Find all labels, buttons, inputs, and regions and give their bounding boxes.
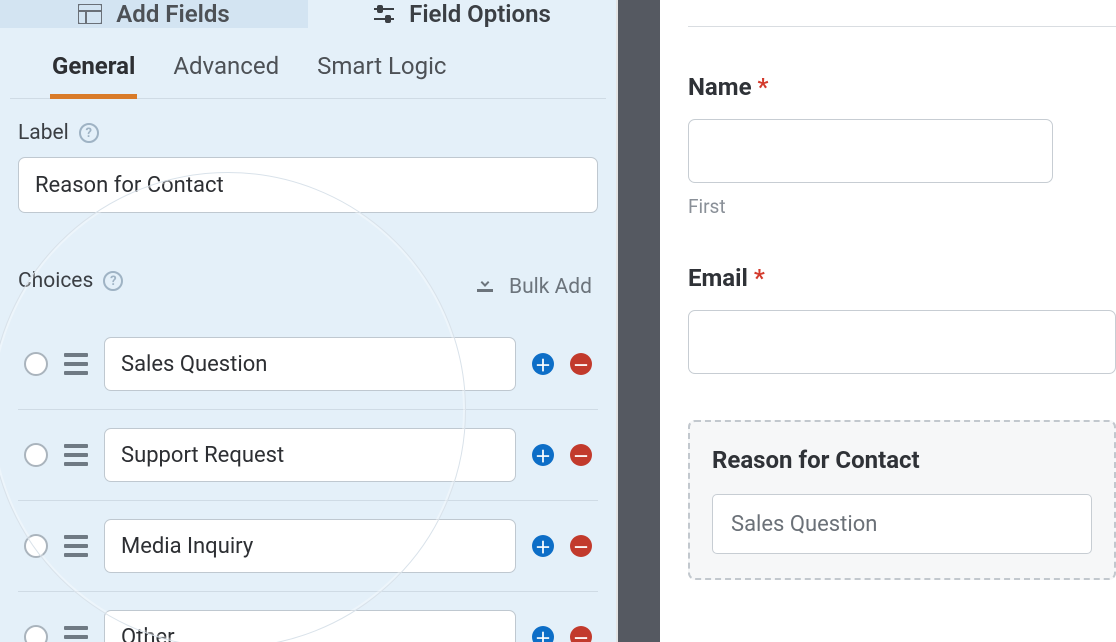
label-section: Label ? bbox=[0, 99, 616, 213]
add-choice-button[interactable]: ＋ bbox=[532, 535, 554, 557]
preview-selected-field[interactable]: Reason for Contact Sales Question bbox=[688, 420, 1116, 580]
choices-section: Choices ? Bulk Add ＋－＋－＋－＋－ bbox=[0, 213, 616, 642]
remove-choice-button[interactable]: － bbox=[570, 444, 592, 466]
choice-default-radio[interactable] bbox=[24, 443, 48, 467]
form-preview: Name* First Email* Reason for Contact Sa… bbox=[660, 0, 1116, 642]
subtab-smart-logic[interactable]: Smart Logic bbox=[317, 52, 446, 98]
remove-choice-button[interactable]: － bbox=[570, 626, 592, 642]
add-fields-icon bbox=[78, 4, 102, 24]
choice-row: ＋－ bbox=[18, 500, 598, 591]
choice-input[interactable] bbox=[104, 610, 516, 642]
choices-title: Choices bbox=[18, 269, 93, 293]
name-label: Name bbox=[688, 73, 752, 101]
email-input[interactable] bbox=[688, 310, 1116, 374]
top-tabbar: Add Fields Field Options bbox=[0, 0, 616, 28]
remove-choice-button[interactable]: － bbox=[570, 535, 592, 557]
tab-field-options-label: Field Options bbox=[409, 0, 551, 28]
sub-tabbar: General Advanced Smart Logic bbox=[10, 28, 606, 99]
subtab-advanced[interactable]: Advanced bbox=[173, 52, 279, 98]
help-icon[interactable]: ? bbox=[79, 123, 99, 143]
choice-input[interactable] bbox=[104, 337, 516, 391]
tab-add-fields-label: Add Fields bbox=[116, 0, 229, 28]
drag-handle-icon[interactable] bbox=[64, 626, 88, 642]
selected-field-label: Reason for Contact bbox=[712, 446, 1092, 474]
subtab-general[interactable]: General bbox=[52, 52, 135, 98]
choice-input[interactable] bbox=[104, 428, 516, 482]
bulk-add-label: Bulk Add bbox=[509, 275, 592, 299]
add-choice-button[interactable]: ＋ bbox=[532, 353, 554, 375]
choice-input[interactable] bbox=[104, 519, 516, 573]
choice-row: ＋－ bbox=[18, 591, 598, 642]
name-first-input[interactable] bbox=[688, 119, 1053, 183]
add-choice-button[interactable]: ＋ bbox=[532, 444, 554, 466]
label-input[interactable] bbox=[18, 157, 598, 213]
drag-handle-icon[interactable] bbox=[64, 535, 88, 557]
selected-field-dropdown[interactable]: Sales Question bbox=[712, 494, 1092, 554]
download-icon bbox=[475, 275, 495, 299]
remove-choice-button[interactable]: － bbox=[570, 353, 592, 375]
app-root: Add Fields Field Options General Advance… bbox=[0, 0, 1116, 642]
dropdown-value: Sales Question bbox=[731, 512, 877, 537]
drag-handle-icon[interactable] bbox=[64, 353, 88, 375]
bulk-add-button[interactable]: Bulk Add bbox=[475, 275, 592, 299]
choice-row: ＋－ bbox=[18, 319, 598, 409]
choice-row: ＋－ bbox=[18, 409, 598, 500]
required-asterisk: * bbox=[754, 264, 765, 292]
field-options-panel: Add Fields Field Options General Advance… bbox=[0, 0, 618, 642]
choices-list: ＋－＋－＋－＋－ bbox=[18, 319, 598, 642]
name-first-sublabel: First bbox=[688, 195, 1116, 218]
tab-add-fields[interactable]: Add Fields bbox=[0, 0, 308, 28]
choice-default-radio[interactable] bbox=[24, 352, 48, 376]
panel-divider bbox=[618, 0, 660, 642]
add-choice-button[interactable]: ＋ bbox=[532, 626, 554, 642]
preview-email-field: Email* bbox=[688, 264, 1116, 374]
choice-default-radio[interactable] bbox=[24, 534, 48, 558]
label-title: Label bbox=[18, 121, 69, 145]
preview-name-field: Name* First bbox=[688, 73, 1116, 218]
choice-default-radio[interactable] bbox=[24, 625, 48, 642]
help-icon[interactable]: ? bbox=[103, 271, 123, 291]
tab-field-options[interactable]: Field Options bbox=[308, 0, 616, 28]
divider bbox=[688, 26, 1116, 27]
email-label: Email bbox=[688, 264, 748, 292]
drag-handle-icon[interactable] bbox=[64, 444, 88, 466]
sliders-icon bbox=[373, 4, 395, 24]
required-asterisk: * bbox=[758, 73, 769, 101]
